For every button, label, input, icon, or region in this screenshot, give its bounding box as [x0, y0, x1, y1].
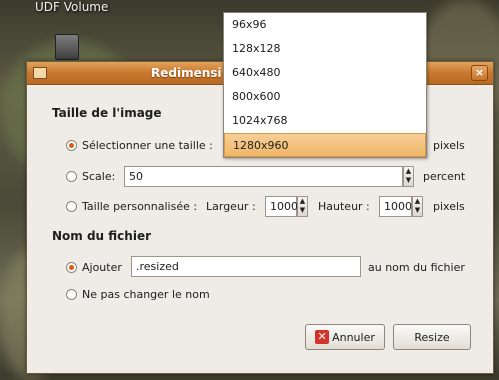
size-option[interactable]: 96x96 [224, 13, 426, 37]
cancel-button-label: Annuler [332, 330, 375, 344]
no-change-option[interactable]: Ne pas changer le nom [66, 288, 210, 301]
size-option[interactable]: 1024x768 [224, 109, 426, 133]
pixels-label: pixels [433, 139, 465, 152]
scale-label[interactable]: Scale: [82, 170, 115, 183]
cancel-x-icon: ✕ [315, 330, 330, 344]
suffix-input[interactable]: .resized [131, 256, 361, 277]
width-input[interactable]: 1000 [265, 196, 298, 217]
select-size-label[interactable]: Sélectionner une taille : [82, 139, 213, 152]
custom-size-option[interactable]: Taille personnalisée : [66, 200, 197, 213]
append-option[interactable]: Ajouter [66, 261, 122, 274]
close-button[interactable]: × [471, 65, 488, 81]
size-option[interactable]: 128x128 [224, 37, 426, 61]
percent-label: percent [423, 170, 466, 183]
spin-down-arrow-icon[interactable]: ▼ [404, 176, 413, 185]
dialog-title: Redimensi [151, 66, 222, 80]
pixels-label-2: pixels [433, 200, 465, 213]
append-label[interactable]: Ajouter [82, 261, 122, 274]
height-input[interactable]: 1000 [379, 196, 412, 217]
cancel-button[interactable]: ✕ Annuler [305, 324, 385, 350]
select-size-option[interactable]: Sélectionner une taille : [66, 139, 213, 152]
scale-option[interactable]: Scale: [66, 170, 115, 183]
volume-drive-icon[interactable] [55, 34, 79, 60]
no-change-label[interactable]: Ne pas changer le nom [82, 288, 210, 301]
suffix-description: au nom du fichier [368, 261, 465, 274]
scale-spin-button[interactable]: ▲ ▼ [403, 166, 414, 187]
spin-up-arrow-icon[interactable]: ▲ [298, 197, 307, 206]
width-spin-button[interactable]: ▲ ▼ [297, 196, 308, 217]
filename-heading: Nom du fichier [52, 229, 151, 243]
close-icon: × [474, 66, 485, 79]
custom-size-label[interactable]: Taille personnalisée : [82, 200, 197, 213]
image-size-heading: Taille de l'image [52, 106, 162, 120]
spin-up-arrow-icon[interactable]: ▲ [404, 167, 413, 176]
size-option-selected[interactable]: 1280x960 [224, 133, 426, 157]
resize-button-label: Resize [414, 330, 450, 344]
custom-size-radio[interactable] [66, 201, 77, 212]
size-option[interactable]: 800x600 [224, 85, 426, 109]
resize-button[interactable]: Resize [393, 324, 471, 350]
scale-input[interactable]: 50 [124, 166, 403, 187]
spin-down-arrow-icon[interactable]: ▼ [413, 206, 422, 215]
width-label: Largeur : [206, 200, 256, 213]
spin-up-arrow-icon[interactable]: ▲ [413, 197, 422, 206]
size-dropdown-menu[interactable]: 96x96 128x128 640x480 800x600 1024x768 1… [223, 12, 427, 158]
window-icon [33, 67, 47, 79]
spin-down-arrow-icon[interactable]: ▼ [298, 206, 307, 215]
no-change-radio[interactable] [66, 289, 77, 300]
size-option[interactable]: 640x480 [224, 61, 426, 85]
append-radio[interactable] [66, 262, 77, 273]
scale-radio[interactable] [66, 171, 77, 182]
desktop-volume-label[interactable]: UDF Volume [35, 0, 108, 14]
height-spin-button[interactable]: ▲ ▼ [412, 196, 423, 217]
height-label: Hauteur : [318, 200, 370, 213]
select-size-radio[interactable] [66, 140, 77, 151]
